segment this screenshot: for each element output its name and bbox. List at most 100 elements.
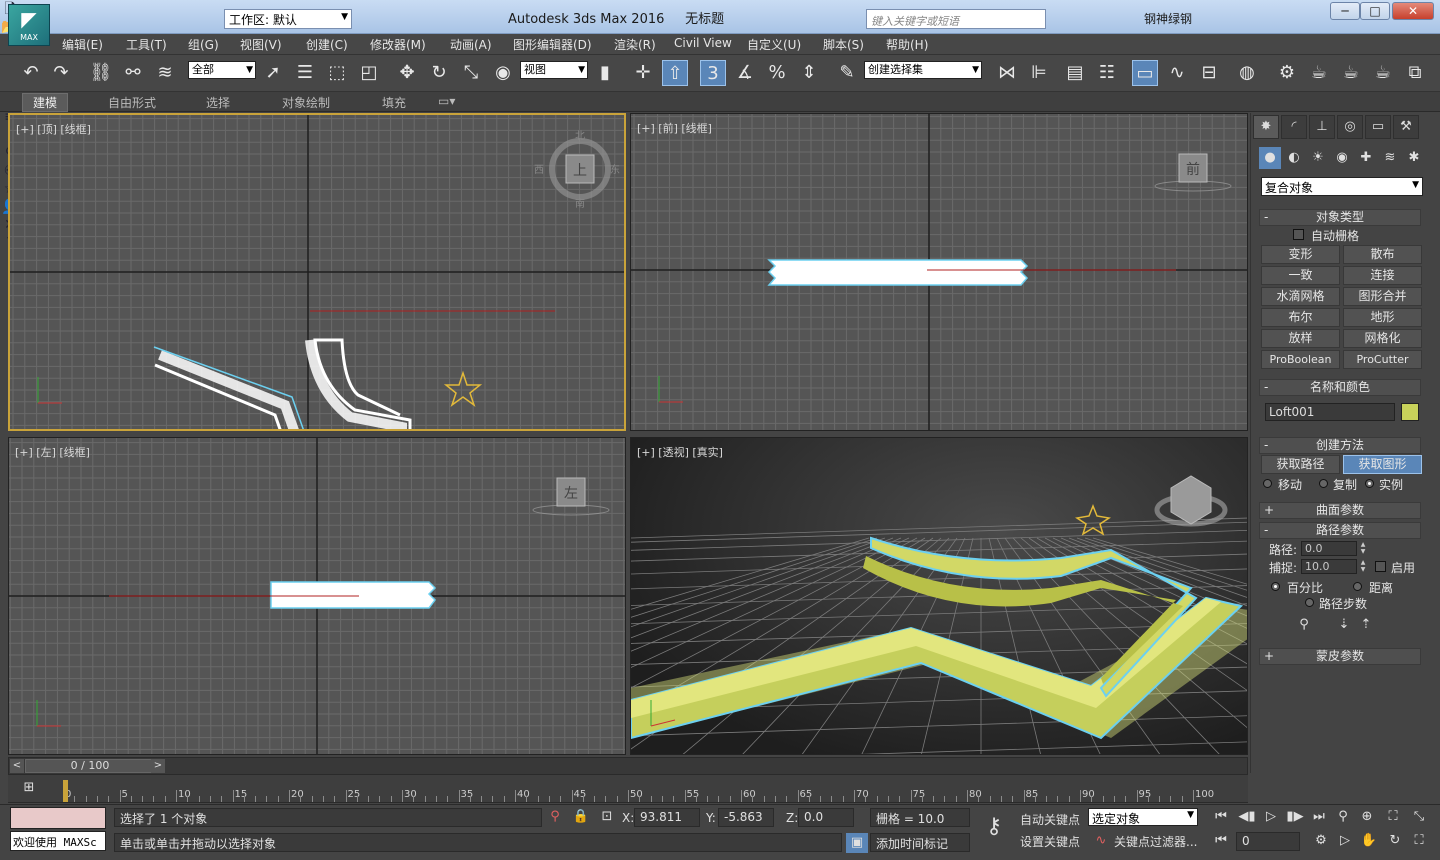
next-frame-icon[interactable]: ▮▶ [1284,807,1306,827]
hierarchy-tab-icon[interactable]: ⊥ [1309,115,1335,139]
object-type-button[interactable]: 连接 [1343,266,1422,285]
radio-path-steps[interactable] [1305,598,1314,607]
viewport-perspective[interactable]: [+] [透视] [真实] [630,437,1248,755]
viewport-left[interactable]: 左 [+] [左] [线框] [8,437,626,755]
time-slider[interactable]: < 0 / 100 > [8,757,1248,775]
menu-item[interactable]: 组(G) [188,36,219,53]
prev-shape-icon[interactable]: ⇣ [1333,615,1355,635]
redo-icon[interactable]: ↷ [48,60,74,86]
named-selection-select[interactable]: 创建选择集 ▼ [864,61,982,79]
select-by-name-icon[interactable]: ☰ [292,60,318,86]
object-type-button[interactable]: 水滴网格 [1261,287,1340,306]
object-type-button[interactable]: ProBoolean [1261,350,1340,369]
viewport-label-front[interactable]: [+] [前] [线框] [637,120,712,136]
rollout-name-color[interactable]: - 名称和颜色 [1259,379,1421,396]
autogrid-checkbox[interactable] [1293,229,1304,240]
lights-icon[interactable]: ☀ [1307,147,1329,169]
cameras-icon[interactable]: ◉ [1331,147,1353,169]
radio-move[interactable] [1263,479,1272,488]
object-name-field[interactable]: Loft001 [1265,403,1395,421]
pivot-icon[interactable]: ▮ [592,60,618,86]
pan-icon[interactable]: ✋ [1358,831,1380,851]
time-slider-handle[interactable]: 0 / 100 [25,759,155,773]
selection-filter-select[interactable]: 全部 ▼ [188,61,256,79]
move-icon[interactable]: ✥ [394,60,420,86]
tab-modeling[interactable]: 建模 [22,93,69,112]
systems-icon[interactable]: ✱ [1403,147,1425,169]
unlink-icon[interactable]: ⚯ [120,60,146,86]
rollout-creation-method[interactable]: - 创建方法 [1259,437,1421,454]
ribbon-options-icon[interactable]: ▭▾ [438,94,455,108]
viewport-label-persp[interactable]: [+] [透视] [真实] [637,444,723,460]
key-filters-button[interactable]: 关键点过滤器... [1114,833,1197,850]
keyboard-shortcut-icon[interactable]: ⇧ [662,60,688,86]
orbit-icon[interactable]: ↻ [1384,831,1406,851]
key-mode-toggle-icon[interactable]: ⏮ [1210,831,1232,851]
snap-spinner[interactable]: 10.0 [1301,559,1357,574]
search-input[interactable]: 键入关键字或短语 [866,9,1046,29]
material-editor-icon[interactable]: ◍ [1234,60,1260,86]
create-tab-icon[interactable]: ✸ [1253,115,1279,139]
object-type-button[interactable]: 变形 [1261,245,1340,264]
tab-populate[interactable]: 填充 [382,94,406,111]
snap-toggle-icon[interactable]: 3 [700,60,726,86]
mirror-icon[interactable]: ⋈ [994,60,1020,86]
ref-coord-select[interactable]: 视图 ▼ [520,61,588,79]
rollout-object-type[interactable]: - 对象类型 [1259,209,1421,226]
object-color-swatch[interactable] [1401,403,1419,421]
add-time-tag[interactable]: 添加时间标记 [870,833,970,852]
align-icon[interactable]: ⊫ [1026,60,1052,86]
rotate-icon[interactable]: ↻ [426,60,452,86]
isolate-icon[interactable]: ⚲ [544,807,566,827]
go-end-icon[interactable]: ⏭ [1308,807,1330,827]
object-type-button[interactable]: 散布 [1343,245,1422,264]
undo-icon[interactable]: ↶ [18,60,44,86]
menu-item[interactable]: 编辑(E) [62,36,103,53]
rect-selection-icon[interactable]: ⬚ [324,60,350,86]
window-crossing-icon[interactable]: ◰ [356,60,382,86]
object-type-button[interactable]: 地形 [1343,308,1422,327]
spinner-snap-icon[interactable]: ⇕ [796,60,822,86]
radio-distance[interactable] [1353,582,1362,591]
link-icon[interactable]: ⛓ [88,60,114,86]
object-type-button[interactable]: 放样 [1261,329,1340,348]
schematic-view-icon[interactable]: ⊟ [1196,60,1222,86]
modify-tab-icon[interactable]: ◜ [1281,115,1307,139]
scale-icon[interactable]: ⤡ [458,60,484,86]
object-type-button[interactable]: 一致 [1261,266,1340,285]
rollout-surface-params[interactable]: + 曲面参数 [1259,502,1421,519]
time-config-icon[interactable]: ⚙ [1310,831,1332,851]
rollout-path-params[interactable]: - 路径参数 [1259,522,1421,539]
key-filters-icon[interactable]: ∿ [1090,831,1112,851]
angle-snap-icon[interactable]: ∡ [732,60,758,86]
menu-item[interactable]: 渲染(R) [614,36,656,53]
y-coord-field[interactable]: -5.863 [718,808,774,827]
edit-named-sel-icon[interactable]: ✎ [834,60,860,86]
radio-copy[interactable] [1319,479,1328,488]
zoom-extents-all-icon[interactable]: ⤡ [1408,807,1430,827]
current-frame-marker[interactable] [63,780,68,802]
menu-item[interactable]: 视图(V) [240,36,282,53]
menu-item[interactable]: 脚本(S) [823,36,864,53]
a360-icon[interactable]: ⧉ [1402,60,1428,86]
render-setup-icon[interactable]: ⚙ [1274,60,1300,86]
motion-tab-icon[interactable]: ◎ [1337,115,1363,139]
fov-icon[interactable]: ▷ [1334,831,1356,851]
render-icon[interactable]: ☕ [1338,60,1364,86]
menu-item[interactable]: 修改器(M) [370,36,426,53]
path-spinner[interactable]: 0.0 [1301,541,1357,556]
key-mode-select[interactable]: 选定对象 ▼ [1088,808,1198,826]
bind-spacewarp-icon[interactable]: ≋ [152,60,178,86]
play-icon[interactable]: ▷ [1260,807,1282,827]
mini-curve-editor-icon[interactable]: ⊞ [18,778,40,798]
set-key-button[interactable]: 设置关键点 [1020,833,1080,850]
time-tag-icon[interactable]: ▣ [846,833,868,853]
close-button[interactable]: ✕ [1392,2,1434,20]
percent-snap-icon[interactable]: % [764,60,790,86]
time-prev-icon[interactable]: < [10,759,24,773]
place-icon[interactable]: ◉ [490,60,516,86]
tab-object-paint[interactable]: 对象绘制 [282,94,330,111]
minimize-button[interactable]: ─ [1330,2,1360,20]
track-bar[interactable]: ⊞ 0 5 10 15 20 25 30 35 40 45 50 55 60 65 70 75 80 85 90 95… [8,775,1248,803]
maxscript-listener[interactable] [10,807,106,829]
